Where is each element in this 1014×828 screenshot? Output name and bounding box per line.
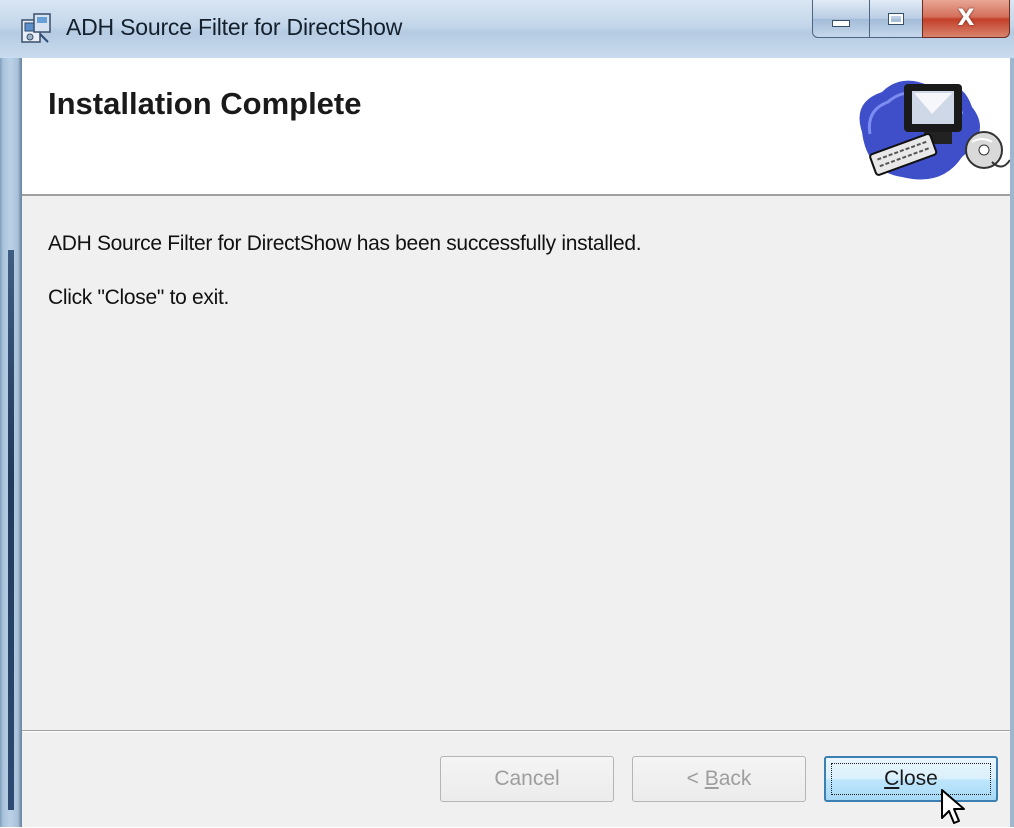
background-window-edge	[8, 250, 14, 810]
cancel-button[interactable]: Cancel	[440, 756, 614, 802]
back-button[interactable]: < Back	[632, 756, 806, 802]
back-button-mnemonic: B	[704, 767, 719, 790]
installer-window: ADH Source Filter for DirectShow X Insta…	[0, 0, 1014, 827]
computer-cd-icon	[859, 80, 1011, 180]
back-button-prefix: <	[686, 767, 705, 790]
window-left-border	[0, 0, 22, 827]
maximize-icon	[888, 12, 904, 25]
header-banner: Installation Complete	[22, 58, 1014, 196]
minimize-button[interactable]	[812, 0, 870, 38]
close-window-button[interactable]: X	[922, 0, 1010, 38]
back-button-label: ack	[718, 767, 752, 790]
footer-divider	[22, 730, 1014, 732]
window-title: ADH Source Filter for DirectShow	[66, 14, 403, 40]
mouse-pointer-icon	[941, 789, 965, 824]
title-bar[interactable]: ADH Source Filter for DirectShow X	[0, 0, 1014, 58]
cancel-button-label: Cancel	[494, 767, 560, 790]
close-button[interactable]: Close	[824, 756, 998, 802]
caption-buttons: X	[812, 0, 1010, 40]
window-right-border	[1010, 58, 1014, 827]
exit-instruction: Click "Close" to exit.	[48, 286, 230, 309]
page-title: Installation Complete	[48, 86, 362, 121]
maximize-button[interactable]	[869, 0, 923, 38]
minimize-icon	[832, 20, 850, 27]
dialog-client-area: Installation Complete ADH Source Filter …	[22, 58, 1014, 827]
success-message: ADH Source Filter for DirectShow has bee…	[48, 232, 642, 255]
installer-package-icon	[21, 13, 51, 43]
close-icon: X	[957, 6, 975, 31]
